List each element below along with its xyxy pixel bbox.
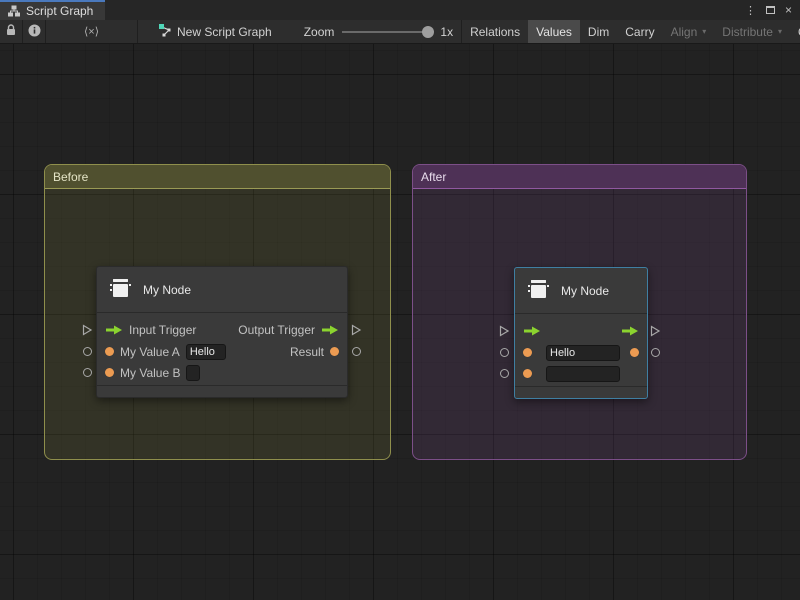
- tab-title: Script Graph: [26, 4, 93, 18]
- value-a-port[interactable]: [105, 347, 114, 356]
- external-value-port[interactable]: [352, 347, 361, 356]
- result-port[interactable]: [630, 348, 639, 357]
- value-b-input[interactable]: [546, 366, 620, 382]
- align-dropdown[interactable]: Align ▾: [663, 20, 715, 43]
- tab-bar: Script Graph ⋮ ×: [0, 0, 800, 20]
- node-my-node-after[interactable]: My Node: [514, 267, 648, 399]
- group-after-header[interactable]: After: [413, 165, 746, 189]
- output-trigger-port[interactable]: [621, 325, 639, 337]
- port-label: My Value B: [120, 366, 180, 380]
- external-flow-input-port[interactable]: [498, 325, 510, 337]
- values-button[interactable]: Values: [528, 20, 580, 43]
- node-my-node-before[interactable]: My Node Input Trigger Output Trigger My …: [96, 266, 348, 398]
- new-script-graph-button[interactable]: New Script Graph: [152, 20, 278, 43]
- node-footer: [515, 386, 647, 398]
- port-label: Output Trigger: [238, 323, 315, 337]
- graph-hierarchy-icon: [8, 5, 20, 17]
- lock-icon: [5, 24, 17, 40]
- value-a-input[interactable]: [546, 345, 620, 361]
- info-icon: [28, 24, 41, 40]
- unit-icon: [525, 276, 551, 305]
- dim-button[interactable]: Dim: [580, 20, 617, 43]
- window-menu-icon[interactable]: ⋮: [745, 4, 756, 17]
- distribute-dropdown[interactable]: Distribute ▾: [714, 20, 790, 43]
- input-trigger-port[interactable]: [105, 324, 123, 336]
- output-trigger-port[interactable]: [321, 324, 339, 336]
- chevron-down-icon: ▾: [702, 27, 706, 36]
- lock-button[interactable]: [0, 20, 22, 43]
- tabbar-spacer: [105, 0, 745, 20]
- external-flow-output-port[interactable]: [350, 324, 362, 336]
- zoom-slider[interactable]: [342, 25, 432, 39]
- inspect-values-button[interactable]: ⟨×⟩: [46, 20, 137, 43]
- toolbar-toggles: Relations Values Dim Carry Align ▾ Distr…: [462, 20, 800, 43]
- overview-button[interactable]: Overview: [790, 20, 800, 43]
- zoom-value: 1x: [440, 25, 453, 39]
- zoom-slider-handle[interactable]: [422, 26, 434, 38]
- group-before-label: Before: [53, 170, 88, 184]
- port-label: Input Trigger: [129, 323, 196, 337]
- value-b-port[interactable]: [105, 368, 114, 377]
- chevron-down-icon: ▾: [778, 27, 782, 36]
- value-b-port[interactable]: [523, 369, 532, 378]
- value-b-input[interactable]: [186, 365, 200, 381]
- zoom-slider-track[interactable]: [342, 31, 432, 33]
- group-after-label: After: [421, 170, 446, 184]
- maximize-icon[interactable]: [766, 6, 775, 14]
- external-value-port[interactable]: [83, 347, 92, 356]
- unit-icon: [107, 275, 133, 304]
- tab-script-graph[interactable]: Script Graph: [0, 0, 105, 20]
- carry-button[interactable]: Carry: [617, 20, 662, 43]
- external-value-port[interactable]: [83, 368, 92, 377]
- node-title: My Node: [561, 284, 609, 298]
- zoom-label: Zoom: [304, 25, 335, 39]
- input-trigger-port[interactable]: [523, 325, 541, 337]
- port-label: Result: [290, 345, 324, 359]
- graph-asset-icon: [158, 23, 172, 40]
- value-a-port[interactable]: [523, 348, 532, 357]
- new-script-graph-label: New Script Graph: [177, 25, 272, 39]
- graph-canvas[interactable]: Before After My Node Input Tr: [0, 44, 800, 600]
- external-value-port[interactable]: [651, 348, 660, 357]
- graph-toolbar: ⟨×⟩ New Script Graph Zoom 1x Relations V…: [0, 20, 800, 44]
- node-title: My Node: [143, 283, 191, 297]
- external-flow-input-port[interactable]: [81, 324, 93, 336]
- expression-icon: ⟨×⟩: [84, 25, 99, 38]
- info-button[interactable]: [23, 20, 45, 43]
- external-flow-output-port[interactable]: [649, 325, 661, 337]
- port-label: My Value A: [120, 345, 180, 359]
- result-port[interactable]: [330, 347, 339, 356]
- node-footer: [97, 385, 347, 397]
- close-icon[interactable]: ×: [785, 4, 792, 16]
- external-value-port[interactable]: [500, 348, 509, 357]
- value-a-input[interactable]: [186, 344, 226, 360]
- external-value-port[interactable]: [500, 369, 509, 378]
- relations-button[interactable]: Relations: [462, 20, 528, 43]
- group-before-header[interactable]: Before: [45, 165, 390, 189]
